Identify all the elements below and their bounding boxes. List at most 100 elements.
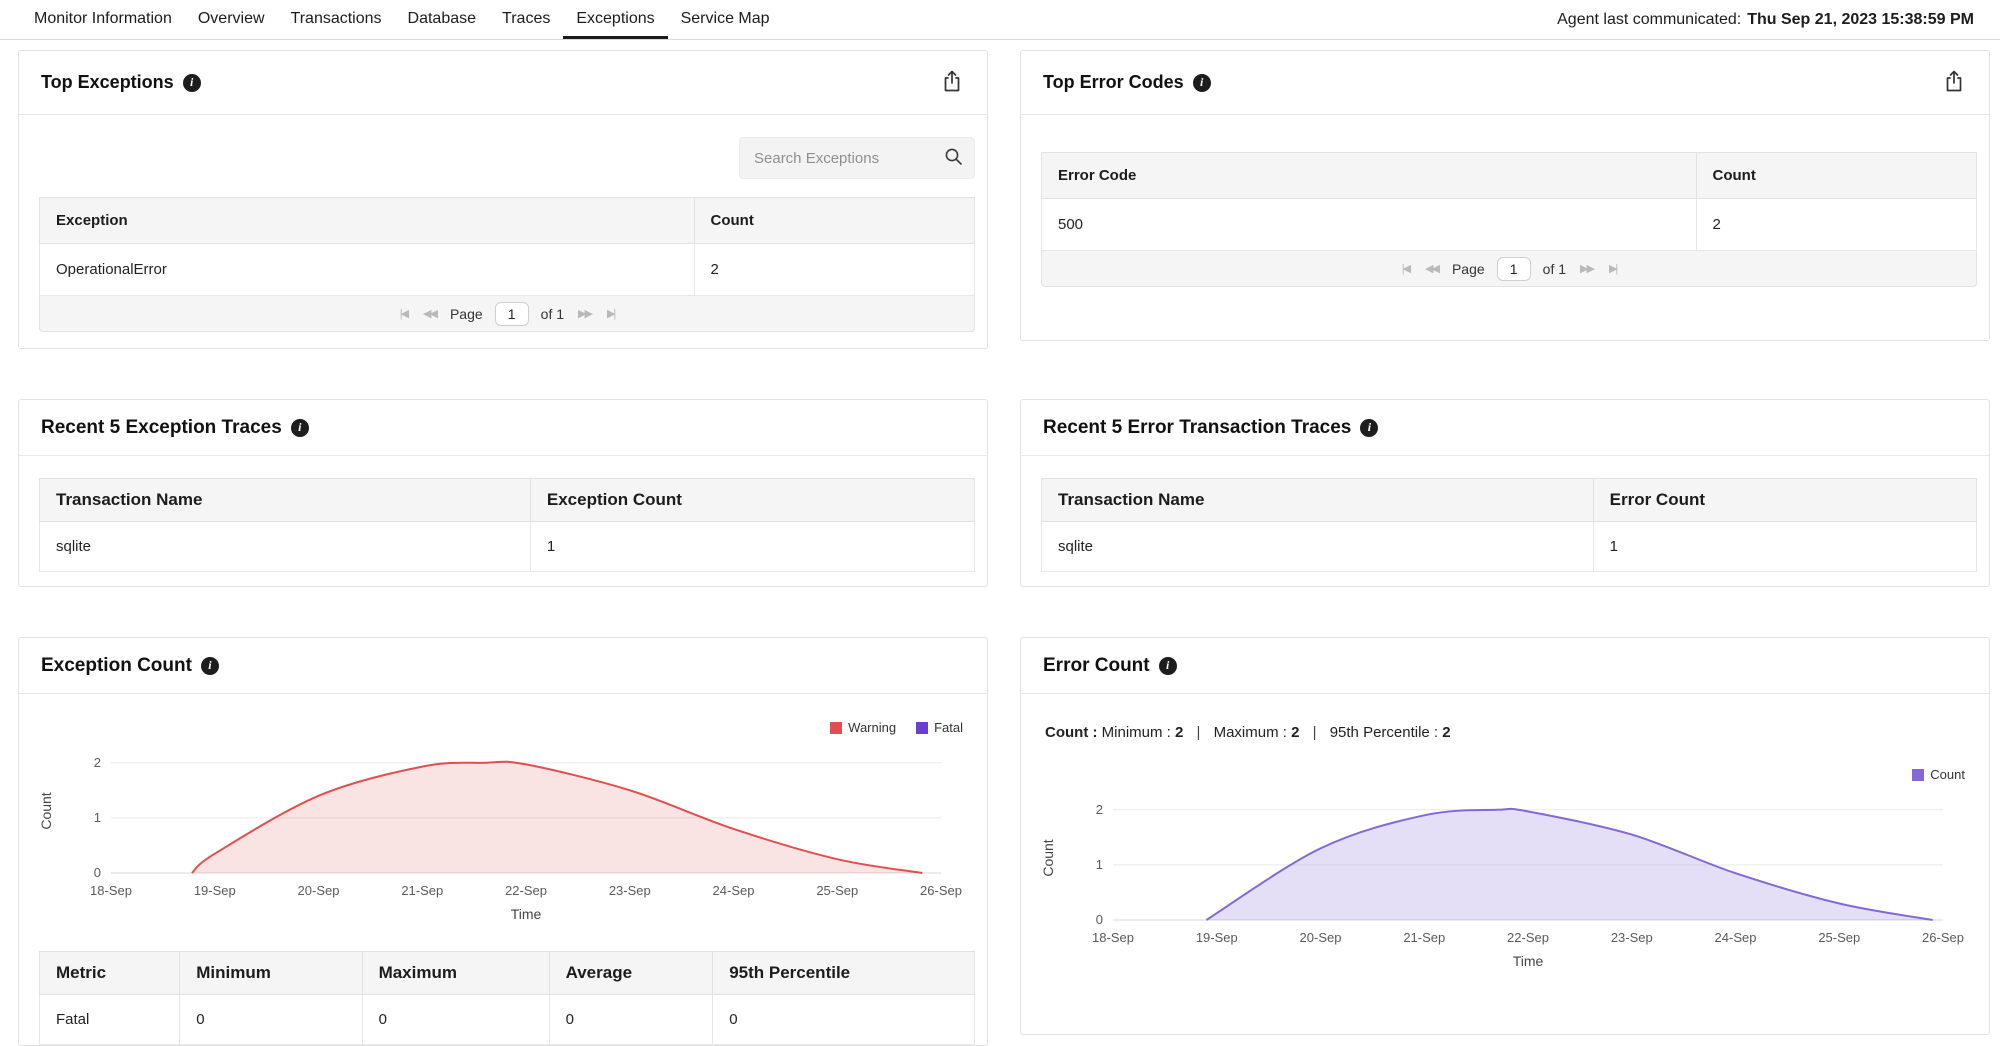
- search-exceptions-input[interactable]: [740, 150, 932, 167]
- column-header-count: Count: [694, 198, 975, 244]
- cell-transaction-name: sqlite: [40, 522, 531, 572]
- info-icon[interactable]: i: [1360, 419, 1378, 437]
- nav-tabs: Monitor Information Overview Transaction…: [21, 0, 783, 39]
- legend-item-count[interactable]: Count: [1912, 767, 1965, 782]
- exception-count-chart: 01218-Sep19-Sep20-Sep21-Sep22-Sep23-Sep2…: [31, 741, 975, 927]
- error-count-chart-svg: 01218-Sep19-Sep20-Sep21-Sep22-Sep23-Sep2…: [1033, 788, 1977, 974]
- table-header-row: Exception Count: [40, 198, 975, 244]
- cell-95th-percentile: 0: [713, 995, 975, 1045]
- top-nav: Monitor Information Overview Transaction…: [0, 0, 2000, 40]
- recent-exception-traces-table-wrap: Transaction Name Exception Count sqlite …: [39, 478, 975, 572]
- recent-exception-traces-card: Recent 5 Exception Traces i Transaction …: [18, 399, 988, 587]
- svg-text:25-Sep: 25-Sep: [816, 883, 858, 898]
- summary-separator: |: [1197, 724, 1201, 741]
- exception-count-card: Exception Count i Warning Fatal 01218-Se…: [18, 637, 988, 1046]
- page-number-input[interactable]: [1497, 257, 1531, 281]
- column-header-metric: Metric: [40, 952, 180, 995]
- legend-item-fatal[interactable]: Fatal: [916, 720, 963, 735]
- info-icon[interactable]: i: [1159, 657, 1177, 675]
- first-page-icon[interactable]: |◀: [1400, 262, 1411, 275]
- tab-overview[interactable]: Overview: [185, 0, 278, 39]
- svg-text:24-Sep: 24-Sep: [713, 883, 755, 898]
- error-count-chart: 01218-Sep19-Sep20-Sep21-Sep22-Sep23-Sep2…: [1033, 788, 1977, 974]
- recent-error-traces-table-wrap: Transaction Name Error Count sqlite 1: [1041, 478, 1977, 572]
- column-header-error-code: Error Code: [1042, 153, 1697, 199]
- svg-text:25-Sep: 25-Sep: [1818, 930, 1860, 945]
- column-header-maximum: Maximum: [362, 952, 549, 995]
- export-button[interactable]: [1941, 67, 1967, 98]
- svg-text:21-Sep: 21-Sep: [401, 883, 443, 898]
- info-icon[interactable]: i: [1193, 74, 1211, 92]
- export-icon: [941, 69, 963, 96]
- search-button[interactable]: [932, 138, 974, 178]
- top-exceptions-table-wrap: Exception Count OperationalError 2 |◀ ◀◀…: [39, 197, 975, 332]
- top-error-codes-table-wrap: Error Code Count 500 2 |◀ ◀◀ Page of 1 ▶…: [1041, 152, 1977, 287]
- previous-page-icon[interactable]: ◀◀: [421, 307, 438, 320]
- legend-label: Count: [1930, 767, 1965, 782]
- agent-last-communicated: Agent last communicated: Thu Sep 21, 202…: [1557, 0, 1974, 39]
- search-icon: [944, 147, 963, 169]
- top-exceptions-title: Top Exceptions: [41, 72, 174, 93]
- recent-error-traces-card: Recent 5 Error Transaction Traces i Tran…: [1020, 399, 1990, 587]
- cell-transaction-name: sqlite: [1042, 522, 1594, 572]
- page-of-label: of 1: [541, 306, 564, 322]
- cell-minimum: 0: [180, 995, 362, 1045]
- column-header-count: Count: [1696, 153, 1977, 199]
- svg-text:Count: Count: [1040, 839, 1056, 876]
- card-header: Error Count i: [1021, 638, 1989, 694]
- table-row[interactable]: 500 2: [1042, 199, 1977, 251]
- column-header-average: Average: [549, 952, 713, 995]
- page-of-label: of 1: [1543, 261, 1566, 277]
- top-exceptions-card: Top Exceptions i: [18, 50, 988, 349]
- tab-database[interactable]: Database: [395, 0, 490, 39]
- column-header-transaction-name: Transaction Name: [1042, 479, 1594, 522]
- svg-text:20-Sep: 20-Sep: [298, 883, 340, 898]
- last-page-icon[interactable]: ▶|: [1607, 262, 1618, 275]
- last-page-icon[interactable]: ▶|: [605, 307, 616, 320]
- svg-text:26-Sep: 26-Sep: [920, 883, 962, 898]
- tab-traces[interactable]: Traces: [489, 0, 563, 39]
- svg-text:1: 1: [94, 810, 101, 825]
- error-count-summary: Count : Minimum : 2 | Maximum : 2 | 95th…: [1021, 694, 1989, 741]
- page-number-input[interactable]: [495, 302, 529, 326]
- tab-exceptions[interactable]: Exceptions: [563, 0, 667, 39]
- next-page-icon[interactable]: ▶▶: [576, 307, 593, 320]
- table-row[interactable]: sqlite 1: [40, 522, 975, 572]
- exception-stats-table: Metric Minimum Maximum Average 95th Perc…: [39, 951, 975, 1045]
- column-header-exception: Exception: [40, 198, 695, 244]
- pagination-bar: |◀ ◀◀ Page of 1 ▶▶ ▶|: [1041, 251, 1977, 287]
- card-title-row: Exception Count i: [41, 655, 219, 677]
- info-icon[interactable]: i: [183, 74, 201, 92]
- export-button[interactable]: [939, 67, 965, 98]
- error-count-card: Error Count i Count : Minimum : 2 | Maxi…: [1020, 637, 1990, 1035]
- chart-legend: Warning Fatal: [19, 694, 987, 741]
- page-label: Page: [450, 306, 483, 322]
- svg-text:26-Sep: 26-Sep: [1922, 930, 1964, 945]
- table-row: Fatal 0 0 0 0: [40, 995, 975, 1045]
- svg-text:2: 2: [1096, 802, 1103, 817]
- next-page-icon[interactable]: ▶▶: [1578, 262, 1595, 275]
- tab-monitor-information[interactable]: Monitor Information: [21, 0, 185, 39]
- exceptions-searchbox: [739, 137, 975, 179]
- legend-item-warning[interactable]: Warning: [830, 720, 896, 735]
- agent-label: Agent last communicated:: [1557, 11, 1741, 29]
- card-header: Recent 5 Exception Traces i: [19, 400, 987, 456]
- first-page-icon[interactable]: |◀: [398, 307, 409, 320]
- tab-transactions[interactable]: Transactions: [278, 0, 395, 39]
- search-row: [39, 137, 975, 179]
- card-header: Exception Count i: [19, 638, 987, 694]
- top-error-codes-title: Top Error Codes: [1043, 72, 1184, 93]
- info-icon[interactable]: i: [201, 657, 219, 675]
- summary-min-label: Minimum :: [1102, 724, 1171, 741]
- svg-text:19-Sep: 19-Sep: [1196, 930, 1238, 945]
- table-header-row: Metric Minimum Maximum Average 95th Perc…: [40, 952, 975, 995]
- table-row[interactable]: sqlite 1: [1042, 522, 1977, 572]
- dashboard-grid: Top Exceptions i: [0, 40, 2000, 1046]
- info-icon[interactable]: i: [291, 419, 309, 437]
- column-header-transaction-name: Transaction Name: [40, 479, 531, 522]
- table-row[interactable]: OperationalError 2: [40, 244, 975, 296]
- summary-p95-label: 95th Percentile :: [1330, 724, 1438, 741]
- previous-page-icon[interactable]: ◀◀: [1423, 262, 1440, 275]
- tab-service-map[interactable]: Service Map: [668, 0, 783, 39]
- cell-exception: OperationalError: [40, 244, 695, 296]
